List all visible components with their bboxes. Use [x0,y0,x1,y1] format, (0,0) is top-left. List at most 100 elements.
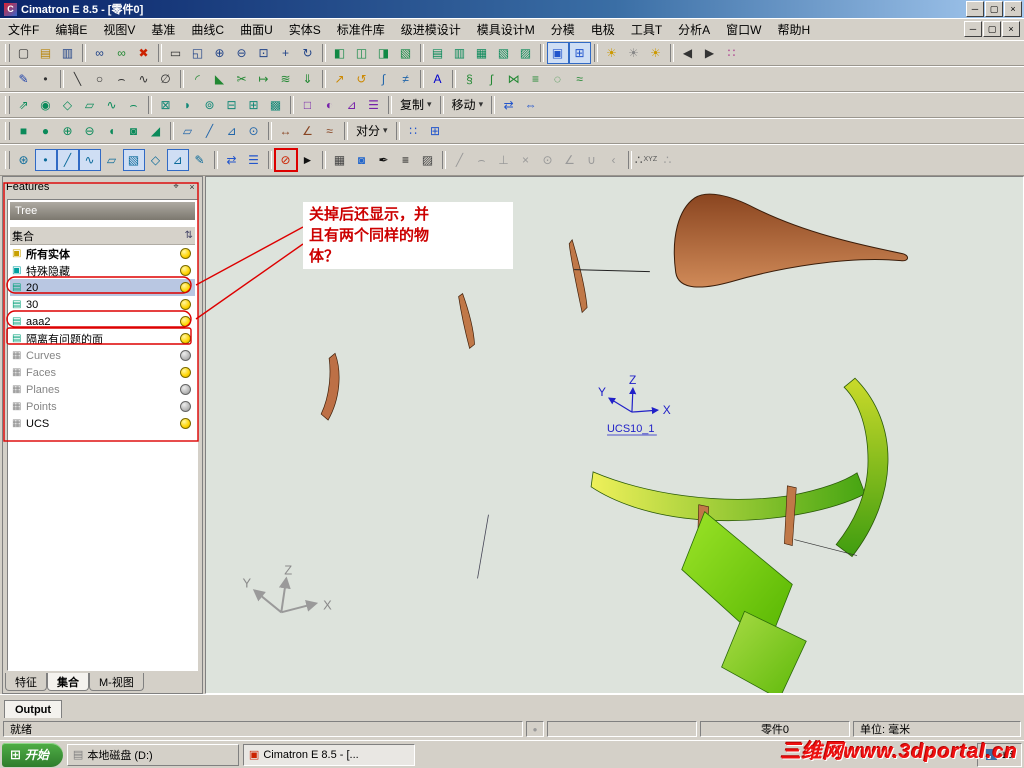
toolbar-grip[interactable] [5,121,10,140]
visibility-bulb-icon[interactable] [180,401,191,412]
menu-item[interactable]: 标准件库 [329,19,393,40]
tree-row[interactable]: 集合 [10,227,195,245]
select-window-icon[interactable]: ▭ [165,42,187,64]
taskbar-button[interactable]: ▣ Cimatron E 8.5 - [... [242,743,415,766]
trim-curve-icon[interactable]: ✂ [231,68,253,90]
hatch-pattern-icon[interactable]: ▨ [417,149,439,171]
minimize-button[interactable]: ─ [966,1,984,17]
taskbar-button[interactable]: ▤ 本地磁盘 (D:) [66,743,239,766]
visibility-bulb-icon[interactable] [180,282,191,293]
close-button[interactable]: × [1004,1,1022,17]
mdi-close-button[interactable]: × [1002,21,1020,37]
previous-view-icon[interactable]: ◀ [677,42,699,64]
new-file-icon[interactable]: ▢ [13,42,35,64]
arc-icon[interactable]: ⌢ [111,68,133,90]
round-solid-icon[interactable]: ◖ [101,120,123,142]
tree-row[interactable]: ▣ 所有实体 [10,245,195,262]
filter-sketch-icon[interactable]: ✎ [189,149,211,171]
offset-surface-icon[interactable]: ⊠ [155,94,177,116]
open-folder-icon[interactable]: ▤ [35,42,57,64]
single-viewport-icon[interactable]: ▣ [547,41,569,64]
cylinder-solid-icon[interactable]: ● [35,120,57,142]
line-width-icon[interactable]: ≡ [395,149,417,171]
wireframe-display-icon[interactable]: ◫ [351,42,373,64]
visibility-bulb-icon[interactable] [180,248,191,259]
ghost-angle-icon[interactable]: ∠ [559,149,581,171]
link-views-icon[interactable]: ∞ [89,42,111,64]
add-boolean-icon[interactable]: ⊕ [57,120,79,142]
drawing-file-icon[interactable]: ▦ [471,42,493,64]
raise-curve-icon[interactable]: ↗ [329,68,351,90]
blade-surface-3[interactable] [320,352,340,421]
panel-tab[interactable]: 特征 [5,673,47,691]
delta-coords-icon[interactable]: ∴ [657,149,679,171]
xyz-coords-icon[interactable]: ∴ XYZ [635,149,657,171]
rotate-view-icon[interactable]: ↻ [297,42,319,64]
helix-icon[interactable]: § [459,68,481,90]
box-solid-icon[interactable]: ■ [13,120,35,142]
ghost-circle-icon[interactable]: ⊙ [537,149,559,171]
mdi-restore-button[interactable]: ▢ [983,21,1001,37]
pan-icon[interactable]: + [275,42,297,64]
circle-icon[interactable]: ○ [89,68,111,90]
tree-row[interactable]: ▤ 30 [10,296,195,313]
silhouette-icon[interactable]: ◐ [319,94,341,116]
blade-surface-2[interactable] [458,292,475,349]
menu-item[interactable]: 窗口W [718,19,769,40]
part-file-icon[interactable]: ▤ [427,42,449,64]
filter-point-icon[interactable]: • [35,148,57,171]
boundary-curve-icon[interactable]: ◌ [547,68,569,90]
menu-item[interactable]: 曲面U [232,19,281,40]
blend-surface-icon[interactable]: ⌢ [123,94,145,116]
shell-solid-icon[interactable]: ◙ [123,120,145,142]
iso-curves-icon[interactable]: ≡ [525,68,547,90]
menu-item[interactable]: 级进模设计 [393,19,469,40]
mdi-minimize-button[interactable]: ─ [964,21,982,37]
sweep-surface-icon[interactable]: ∿ [101,94,123,116]
ghost-bracket-icon[interactable]: ‹ [603,149,625,171]
toolbar-grip[interactable] [5,43,10,62]
tree-row[interactable]: ▦ Points [10,398,195,415]
panel-close-icon[interactable]: × [185,180,199,193]
visibility-bulb-icon[interactable] [180,299,191,310]
filter-all-icon[interactable]: ⊛ [13,149,35,171]
move-dropdown-button[interactable]: 移动 [447,94,489,116]
electrode-file-icon[interactable]: ▨ [515,42,537,64]
pen-icon[interactable]: ✒ [373,149,395,171]
menu-item[interactable]: 分析A [670,19,718,40]
tree-row[interactable]: ▤ 20 [10,279,195,296]
assembly-file-icon[interactable]: ▥ [449,42,471,64]
peg-surface-2[interactable] [784,485,797,546]
visibility-bulb-icon[interactable] [180,418,191,429]
visibility-bulb-icon[interactable] [180,367,191,378]
sketcher-icon[interactable]: ✎ [13,68,35,90]
break-curve-icon[interactable]: ≠ [395,68,417,90]
color-fill-icon[interactable]: ◙ [351,149,373,171]
compose-curve-icon[interactable]: ∫ [373,68,395,90]
drive-surface-icon[interactable]: ◇ [57,94,79,116]
filter-face-icon[interactable]: ▱ [101,149,123,171]
perspective-display-icon[interactable]: ▧ [395,42,417,64]
panel-tab[interactable]: 集合 [47,673,89,691]
blade-surface-1[interactable] [568,238,588,314]
menu-item[interactable]: 文件F [0,19,47,40]
save-icon[interactable]: ▥ [57,42,79,64]
surface-green-panel-2[interactable] [721,610,807,693]
surface-green-ribbon[interactable] [835,377,889,558]
visibility-bulb-icon[interactable] [180,333,191,344]
ghost-perp-icon[interactable]: ⊥ [493,149,515,171]
pin-icon[interactable]: ⌖ [169,180,183,193]
mirror-icon[interactable]: ⇄ [498,94,520,116]
tree-row[interactable]: ▦ Faces [10,364,195,381]
curve-3d-icon[interactable]: ʃ [481,68,503,90]
ghost-cross-icon[interactable]: × [515,149,537,171]
measure-icon[interactable]: ↔ [275,120,297,142]
split-dropdown-button[interactable]: 对分 [351,120,393,142]
text-tool-icon[interactable]: A [427,68,449,90]
flow-curve-icon[interactable]: ≈ [569,68,591,90]
revolve-surface-icon[interactable]: ◉ [35,94,57,116]
filter-plane-icon[interactable]: ◇ [145,149,167,171]
menu-item[interactable]: 分模 [543,19,583,40]
intersection-curve-icon[interactable]: ⋈ [503,68,525,90]
sync-select-icon[interactable]: ⇄ [221,149,243,171]
